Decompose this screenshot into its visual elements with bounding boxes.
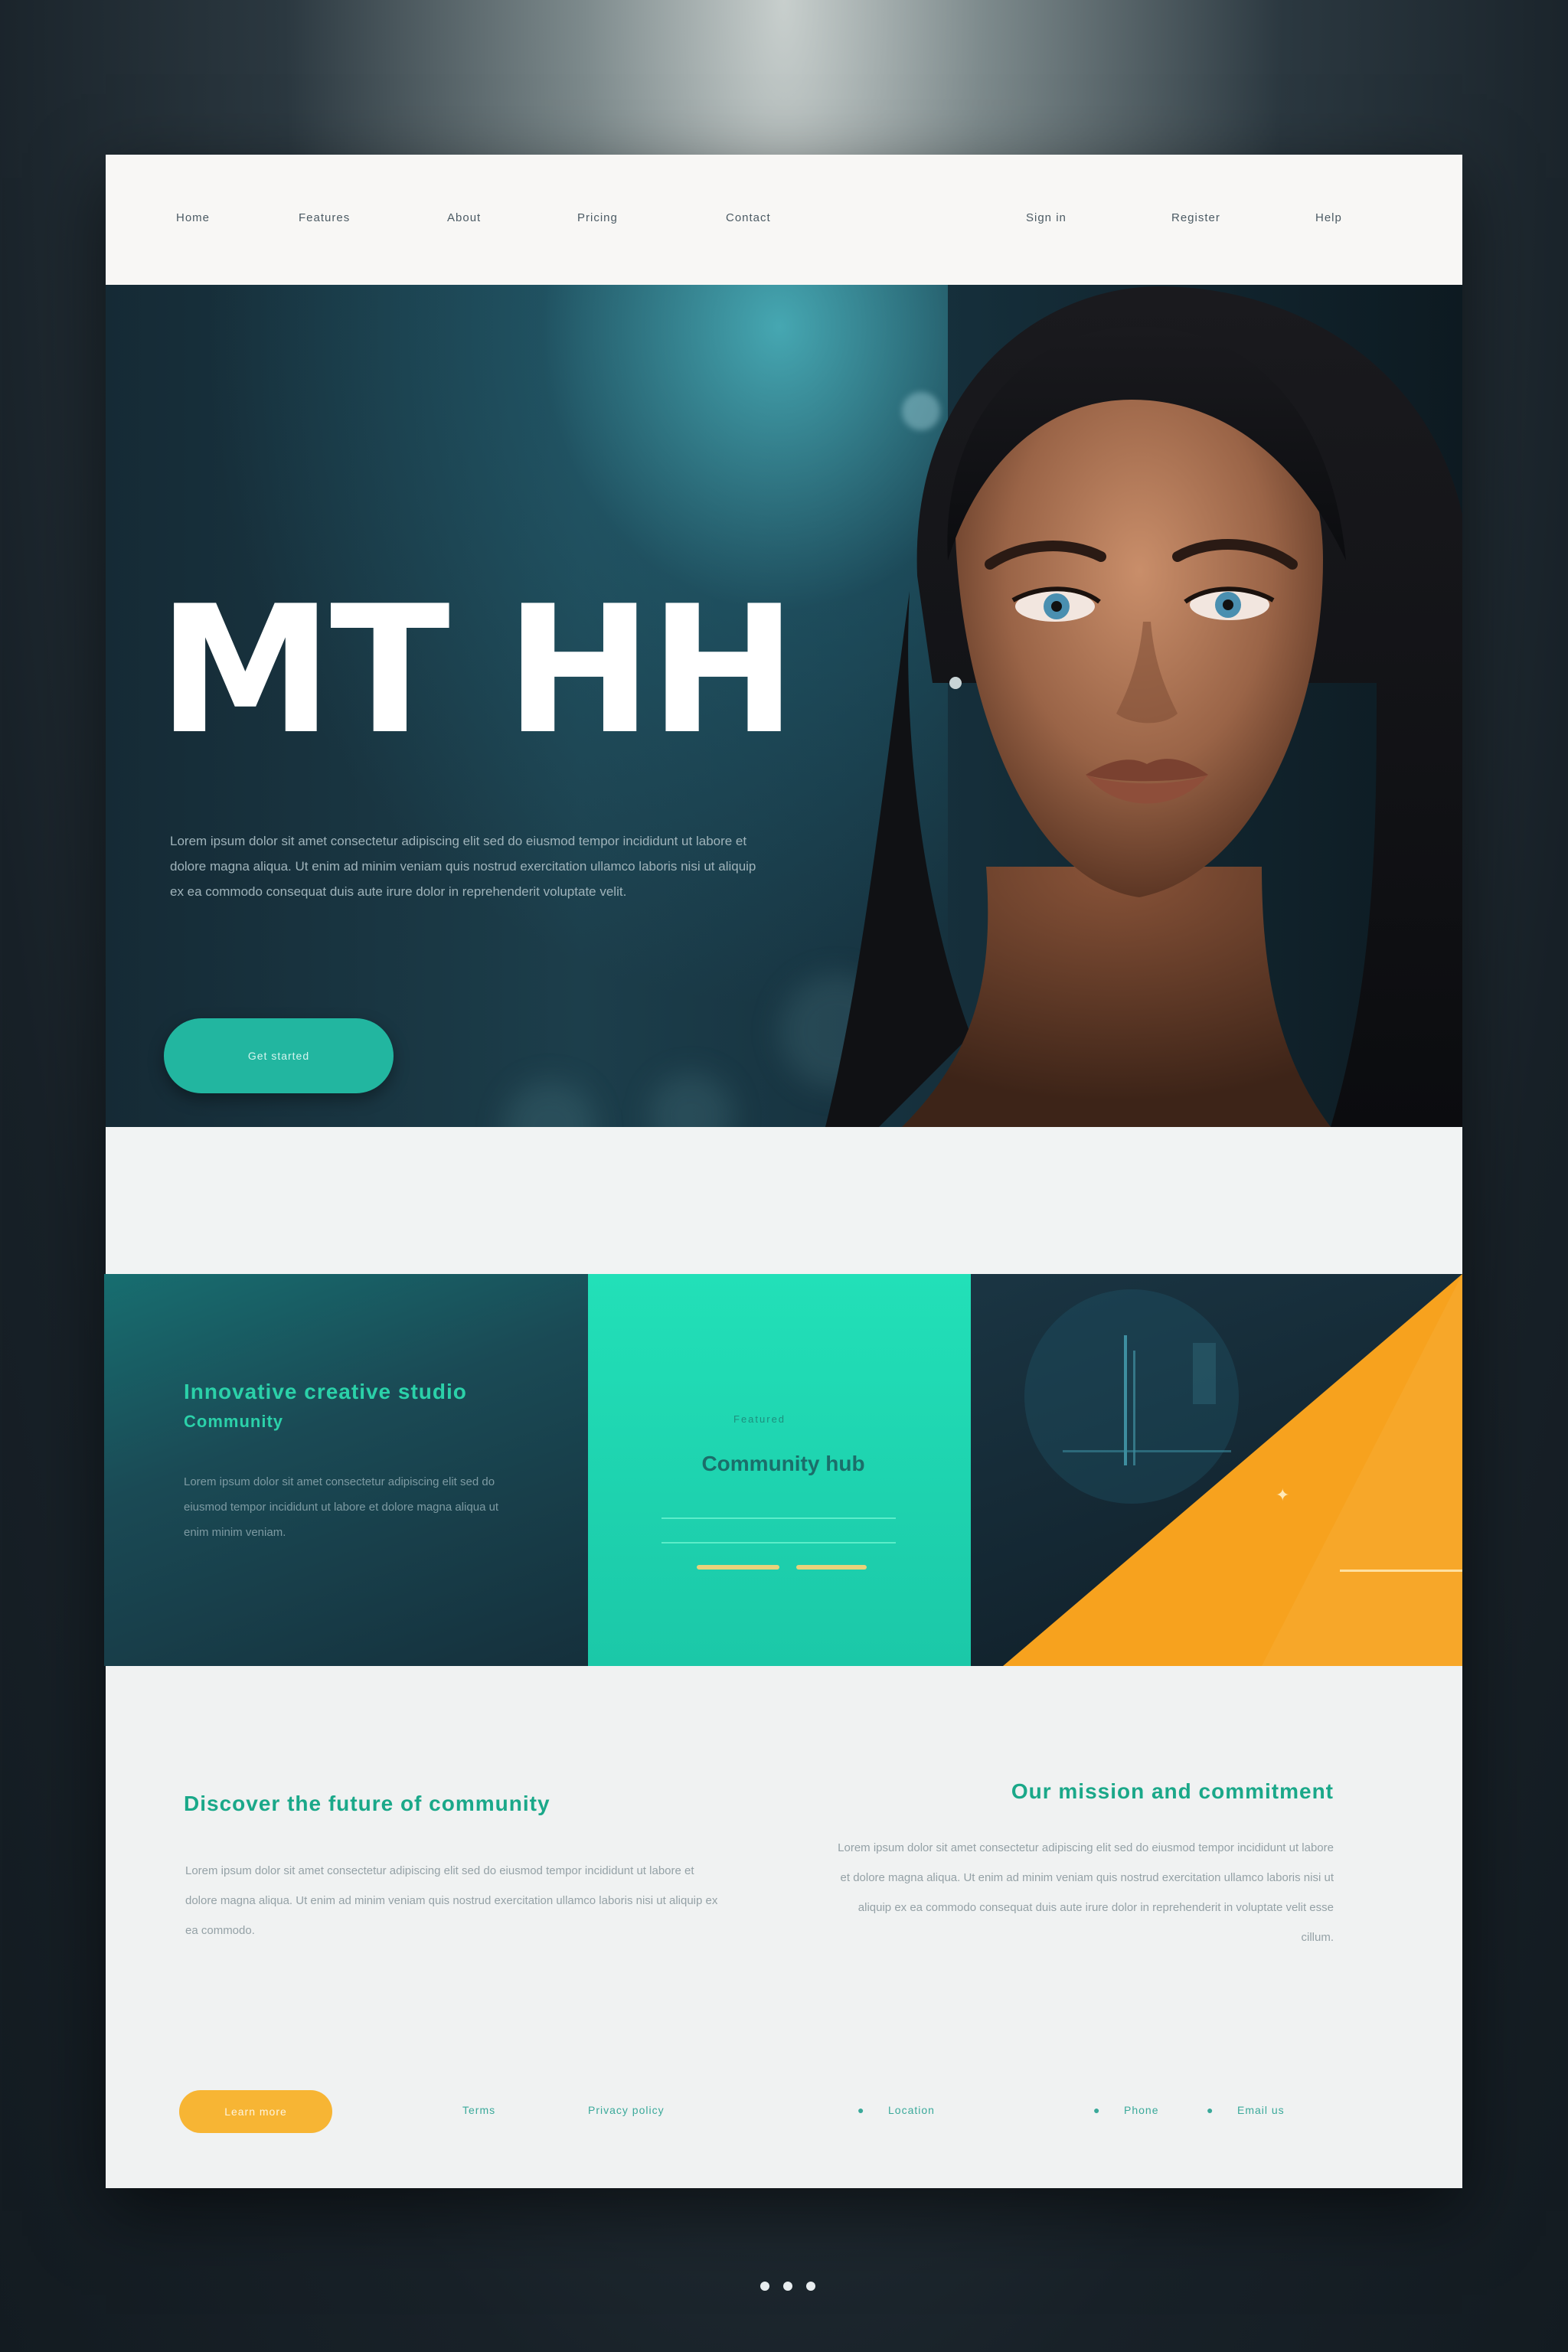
nav-item-home[interactable]: Home	[176, 211, 210, 228]
divider	[662, 1517, 896, 1519]
footer-link-privacy[interactable]: Privacy policy	[588, 2104, 665, 2116]
accent-line	[697, 1565, 779, 1570]
hero-section: MT HH Lorem ipsum dolor sit amet consect…	[106, 285, 1462, 1127]
card-text: Lorem ipsum dolor sit amet consectetur a…	[184, 1475, 499, 1539]
phone-icon: ●	[1093, 2104, 1101, 2116]
nav-item-contact[interactable]: Contact	[726, 211, 771, 228]
page-dot[interactable]	[806, 2282, 815, 2291]
learn-more-button[interactable]: Learn more	[179, 2090, 332, 2133]
section-text-left: Lorem ipsum dolor sit amet consectetur a…	[185, 1864, 718, 1937]
card-kicker: Featured	[733, 1413, 786, 1425]
section-text-right: Lorem ipsum dolor sit amet consectetur a…	[838, 1841, 1334, 1944]
sparkle-icon: ✦	[1276, 1485, 1290, 1504]
city-lights-graphic	[1003, 1274, 1462, 1666]
card-subtitle: Community	[184, 1412, 283, 1431]
portrait-image	[825, 286, 1462, 1127]
card-community[interactable]: Featured Community hub	[588, 1274, 971, 1666]
webpage-mockup: Home Features About Pricing Contact Sign…	[104, 155, 1464, 2188]
nav-item-register[interactable]: Register	[1171, 211, 1220, 228]
hero-paragraph: Lorem ipsum dolor sit amet consectetur a…	[170, 834, 756, 899]
info-section: Discover the future of community Lorem i…	[106, 1666, 1462, 2188]
footer-link-terms[interactable]: Terms	[462, 2104, 495, 2116]
footer-email[interactable]: Email us	[1237, 2104, 1285, 2116]
nav-item-sign-in[interactable]: Sign in	[1026, 211, 1067, 228]
page-dot[interactable]	[760, 2282, 769, 2291]
nav-item-help[interactable]: Help	[1315, 211, 1342, 228]
section-title-left: Discover the future of community	[184, 1792, 550, 1815]
card-studio[interactable]: Innovative creative studio Community Lor…	[104, 1274, 588, 1666]
get-started-button[interactable]: Get started	[164, 1018, 394, 1093]
accent-line	[796, 1565, 867, 1570]
card-title: Innovative creative studio	[184, 1380, 467, 1403]
page-dot[interactable]	[783, 2282, 792, 2291]
card-title: Community hub	[701, 1452, 865, 1475]
nav-item-pricing[interactable]: Pricing	[577, 211, 618, 228]
feature-cards: Innovative creative studio Community Lor…	[104, 1274, 1464, 1666]
nav-item-features[interactable]: Features	[299, 211, 350, 228]
card-visual[interactable]: ✦	[971, 1274, 1462, 1666]
location-icon: ●	[858, 2104, 865, 2116]
footer-location[interactable]: Location	[888, 2104, 935, 2116]
hero-title: MT HH	[158, 569, 797, 773]
mail-icon: ●	[1207, 2104, 1214, 2116]
section-title-right: Our mission and commitment	[1011, 1779, 1334, 1803]
pagination-dots[interactable]	[753, 2282, 822, 2297]
divider	[1340, 1570, 1462, 1572]
footer-phone[interactable]: Phone	[1124, 2104, 1158, 2116]
top-navigation: Home Features About Pricing Contact Sign…	[106, 155, 1462, 285]
divider	[662, 1542, 896, 1544]
nav-item-about[interactable]: About	[447, 211, 481, 228]
